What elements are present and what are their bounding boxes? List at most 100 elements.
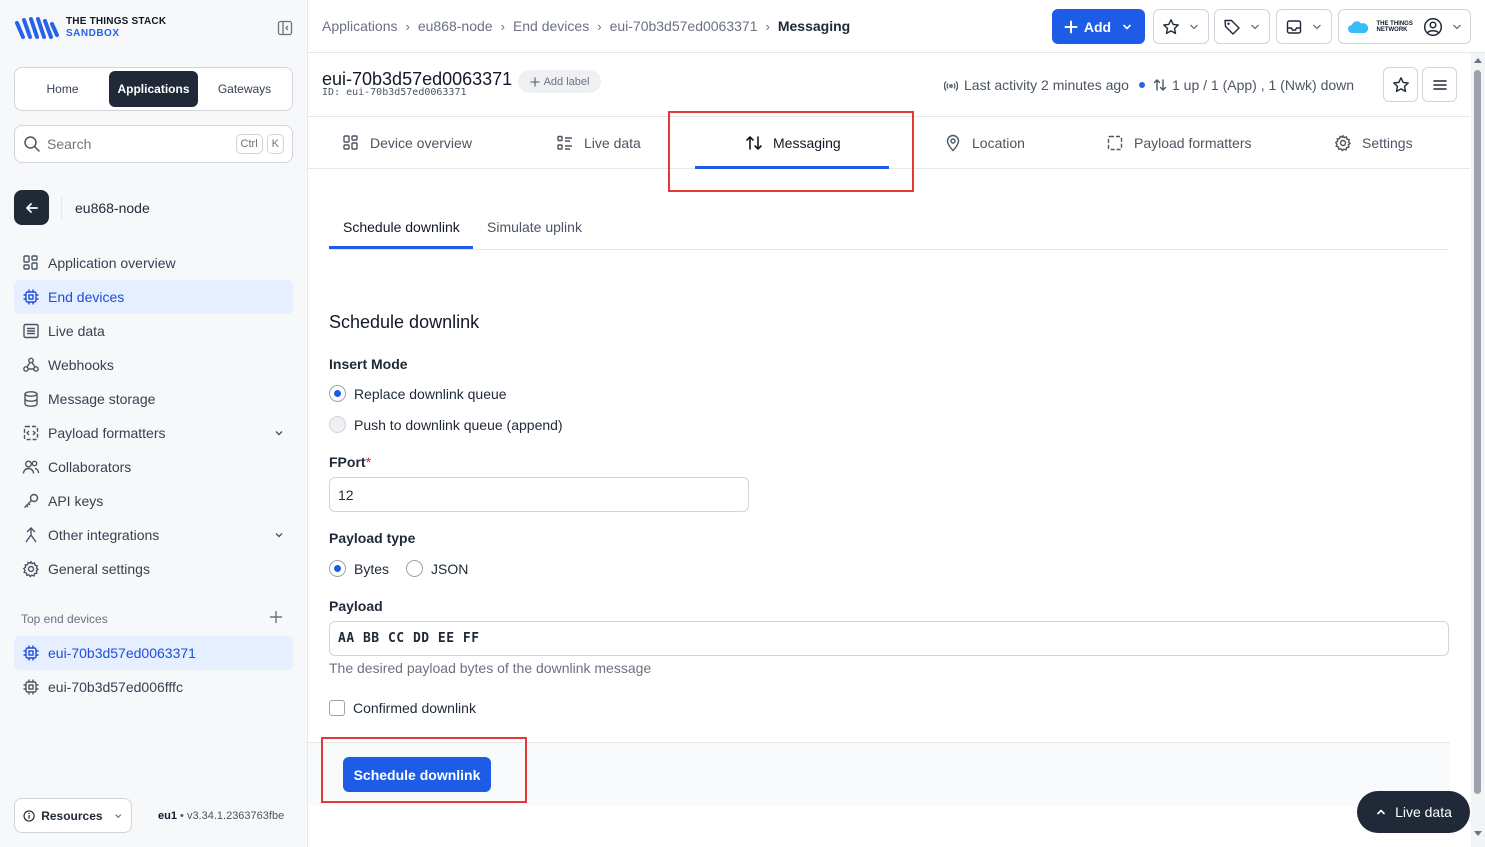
schedule-downlink-button[interactable]: Schedule downlink bbox=[343, 757, 491, 792]
tab-live-data[interactable]: Live data bbox=[556, 117, 641, 169]
arrows-updown-icon bbox=[746, 136, 762, 150]
sidebar-item-other-integrations[interactable]: Other integrations bbox=[14, 518, 293, 552]
sidebar-item-live-data[interactable]: Live data bbox=[14, 314, 293, 348]
radio-replace-queue[interactable]: Replace downlink queue bbox=[329, 385, 507, 402]
sidebar-item-label: Payload formatters bbox=[48, 425, 166, 441]
resources-label: Resources bbox=[41, 808, 103, 823]
plus-icon bbox=[529, 76, 540, 87]
sidebar-item-collaborators[interactable]: Collaborators bbox=[14, 450, 293, 484]
sidebar-item-end-devices[interactable]: End devices bbox=[14, 280, 293, 314]
star-icon bbox=[1163, 18, 1179, 34]
scrollbar-thumb[interactable] bbox=[1474, 70, 1481, 794]
sidebar-nav: Application overview End devices Live da… bbox=[14, 246, 293, 586]
breadcrumb: Applications › eu868-node › End devices … bbox=[322, 18, 850, 34]
traffic-text: 1 up / 1 (App) , 1 (Nwk) down bbox=[1172, 77, 1355, 93]
version-number: v3.34.1.2363763fbe bbox=[186, 810, 285, 822]
tab-location[interactable]: Location bbox=[944, 117, 1025, 169]
radio-button[interactable] bbox=[329, 416, 346, 433]
tab-device-overview[interactable]: Device overview bbox=[342, 117, 472, 169]
add-button-label: Add bbox=[1083, 18, 1112, 35]
sidebar-item-message-storage[interactable]: Message storage bbox=[14, 382, 293, 416]
radio-json[interactable]: JSON bbox=[406, 560, 468, 577]
live-data-toggle[interactable]: Live data bbox=[1357, 791, 1470, 833]
radio-bytes[interactable]: Bytes bbox=[329, 560, 389, 577]
hamburger-menu-icon bbox=[1432, 79, 1447, 90]
sidebar-item-payload-formatters[interactable]: Payload formatters bbox=[14, 416, 293, 450]
scroll-up-arrow[interactable] bbox=[1474, 58, 1482, 63]
breadcrumb-end-devices[interactable]: End devices bbox=[513, 18, 589, 34]
segment-home[interactable]: Home bbox=[18, 71, 107, 107]
radio-label: Replace downlink queue bbox=[354, 385, 507, 402]
sidebar-item-label: General settings bbox=[48, 561, 150, 577]
star-device-button[interactable] bbox=[1383, 67, 1418, 102]
chevron-down-icon bbox=[1251, 24, 1259, 29]
chevron-down-icon bbox=[1190, 24, 1198, 29]
fport-label: FPort* bbox=[329, 454, 371, 470]
radio-button[interactable] bbox=[329, 385, 346, 402]
inbox-button[interactable] bbox=[1276, 9, 1332, 44]
add-label-text: Add label bbox=[543, 75, 590, 88]
resources-button[interactable]: Resources bbox=[14, 798, 132, 833]
fport-label-text: FPort bbox=[329, 454, 366, 470]
radio-button[interactable] bbox=[329, 560, 346, 577]
radio-push-queue[interactable]: Push to downlink queue (append) bbox=[329, 416, 563, 433]
top-device-item[interactable]: eui-70b3d57ed0063371 bbox=[14, 636, 293, 670]
section-switcher: Home Applications Gateways bbox=[14, 67, 293, 111]
sidebar-item-application-overview[interactable]: Application overview bbox=[14, 246, 293, 280]
chevron-down-icon[interactable] bbox=[273, 529, 285, 541]
checkbox[interactable] bbox=[329, 700, 345, 716]
list-icon bbox=[557, 135, 572, 150]
arrow-left-icon bbox=[25, 202, 38, 213]
breadcrumb-applications[interactable]: Applications bbox=[322, 18, 398, 34]
add-label-button[interactable]: Add label bbox=[518, 70, 601, 93]
people-icon bbox=[22, 460, 40, 474]
checkbox-label: Confirmed downlink bbox=[353, 700, 476, 716]
subtab-simulate-uplink[interactable]: Simulate uplink bbox=[487, 205, 582, 249]
list-icon bbox=[23, 323, 39, 339]
fport-input[interactable]: 12 bbox=[329, 477, 749, 512]
labels-button[interactable] bbox=[1214, 9, 1270, 44]
back-button[interactable] bbox=[14, 190, 49, 225]
segment-gateways[interactable]: Gateways bbox=[200, 71, 289, 107]
brand-logo[interactable]: THE THINGS STACK SANDBOX bbox=[14, 15, 166, 41]
device-menu-button[interactable] bbox=[1422, 67, 1457, 102]
tab-settings[interactable]: Settings bbox=[1334, 117, 1413, 169]
scroll-down-arrow[interactable] bbox=[1474, 831, 1482, 836]
breadcrumb-application[interactable]: eu868-node bbox=[418, 18, 493, 34]
tab-payload-formatters[interactable]: Payload formatters bbox=[1106, 117, 1252, 169]
account-menu-button[interactable]: THE THINGS NETWORK bbox=[1338, 9, 1471, 44]
payload-input[interactable]: AA BB CC DD EE FF bbox=[329, 621, 1449, 656]
last-activity: Last activity 2 minutes ago bbox=[944, 77, 1145, 93]
key-icon bbox=[24, 493, 39, 508]
sidebar-item-api-keys[interactable]: API keys bbox=[14, 484, 293, 518]
collapse-sidebar-icon[interactable] bbox=[277, 20, 293, 36]
segment-applications[interactable]: Applications bbox=[109, 71, 198, 107]
application-name: eu868-node bbox=[75, 200, 150, 216]
bookmarks-button[interactable] bbox=[1153, 9, 1209, 44]
active-subtab-indicator bbox=[329, 246, 473, 249]
top-device-label: eui-70b3d57ed006fffc bbox=[48, 679, 183, 695]
star-icon bbox=[1392, 76, 1409, 92]
chevron-down-icon bbox=[1123, 23, 1132, 30]
tab-label: Live data bbox=[584, 135, 641, 151]
tab-messaging[interactable]: Messaging bbox=[745, 117, 841, 169]
add-button[interactable]: Add bbox=[1052, 9, 1145, 44]
radio-button[interactable] bbox=[406, 560, 423, 577]
sidebar-item-general-settings[interactable]: General settings bbox=[14, 552, 293, 586]
grid-icon bbox=[343, 135, 358, 150]
confirmed-downlink-checkbox[interactable]: Confirmed downlink bbox=[329, 700, 476, 716]
chevron-down-icon bbox=[114, 813, 121, 818]
plus-icon bbox=[1064, 20, 1078, 33]
brand-line1: THE THINGS STACK bbox=[66, 16, 167, 27]
add-top-device-icon[interactable] bbox=[269, 610, 283, 624]
top-device-item[interactable]: eui-70b3d57ed006fffc bbox=[14, 670, 293, 704]
sidebar-item-webhooks[interactable]: Webhooks bbox=[14, 348, 293, 382]
radio-label: Push to downlink queue (append) bbox=[354, 416, 563, 433]
search-input[interactable] bbox=[47, 136, 232, 152]
chip-icon bbox=[23, 289, 39, 305]
breadcrumb-device[interactable]: eui-70b3d57ed0063371 bbox=[610, 18, 758, 34]
sidebar-search[interactable]: Ctrl K bbox=[14, 125, 293, 163]
subtab-schedule-downlink[interactable]: Schedule downlink bbox=[343, 205, 460, 249]
chevron-down-icon[interactable] bbox=[273, 427, 285, 439]
top-bar: Applications › eu868-node › End devices … bbox=[308, 0, 1485, 53]
